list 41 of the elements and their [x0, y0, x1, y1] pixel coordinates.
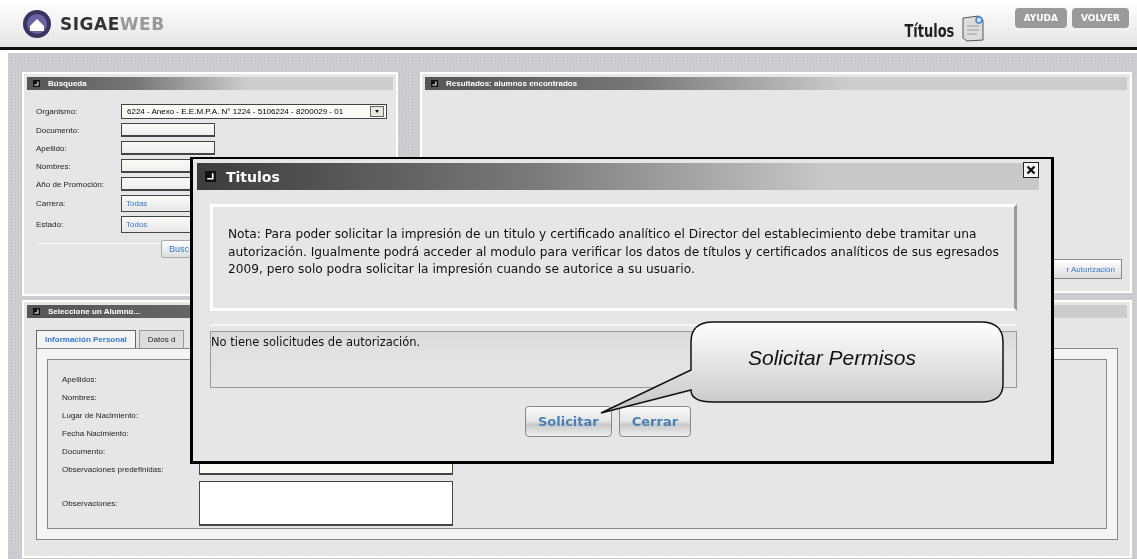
panel-icon: [431, 80, 438, 87]
panel-title: Resultados: alumnos encontrados: [446, 79, 578, 88]
window-icon: [205, 171, 216, 182]
field-label: Observaciones:: [62, 498, 119, 508]
panel-title: Búsqueda: [48, 79, 87, 88]
field-label: Lugar de Nacimiento:: [62, 410, 140, 420]
input-field[interactable]: [121, 141, 215, 155]
field-label: Apellidos:: [62, 374, 98, 384]
field-label: Estado:: [36, 220, 65, 229]
field-label: Nombres:: [62, 392, 98, 402]
tab[interactable]: Datos d: [138, 330, 185, 348]
close-button[interactable]: [1023, 162, 1039, 178]
panel-title: Seleccione un Alumno...: [48, 307, 141, 316]
header-button[interactable]: AYUDA: [1014, 8, 1067, 28]
field-label: Nombres:: [36, 161, 72, 171]
organismo-select[interactable]: 6224 - Anexo - E.E.M.P.A. N° 1224 - 5106224 - 8200029 - 01: [121, 104, 387, 119]
field-label: Carrera:: [36, 199, 67, 208]
input-field[interactable]: [121, 123, 215, 137]
field-label: Fecha Nacimiento:: [62, 428, 130, 438]
callout-text: Solicitar Permisos: [748, 346, 917, 370]
brand-logo-text: SIGAEWEB: [60, 13, 165, 34]
field-label: Documento:: [36, 125, 81, 135]
requests-message: No tiene solicitudes de autorización.: [211, 335, 421, 349]
select-field[interactable]: [199, 463, 453, 475]
dialog-button[interactable]: Solicitar: [524, 406, 612, 437]
close-icon: [1026, 165, 1036, 175]
field-label: Apellido:: [36, 143, 68, 153]
header-button[interactable]: VOLVER: [1072, 8, 1129, 28]
logo-icon: [22, 8, 52, 39]
dialog-title: Titulos: [226, 168, 280, 185]
field-label: Observaciones predefinidas:: [62, 464, 165, 474]
field-label: Documento:: [62, 446, 107, 456]
page-title: Títulos: [904, 20, 955, 41]
field-label: Organismo:: [36, 107, 79, 116]
panel-icon: [33, 308, 40, 315]
tab[interactable]: Información Personal: [36, 330, 136, 348]
dialog-button[interactable]: Cerrar: [618, 406, 692, 437]
field-label: Año de Promoción:: [36, 179, 106, 189]
document-icon: [960, 13, 985, 42]
text-area[interactable]: [199, 480, 453, 526]
panel-icon: [33, 80, 40, 87]
